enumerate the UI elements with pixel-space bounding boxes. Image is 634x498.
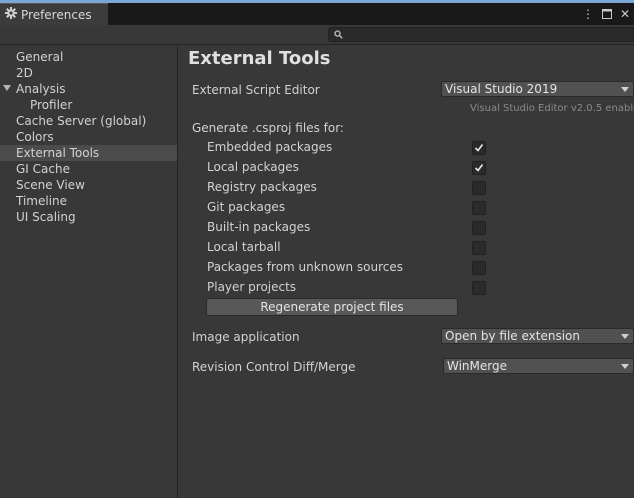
package-label: Packages from unknown sources — [207, 260, 403, 274]
toolbar — [0, 25, 634, 45]
image-application-label: Image application — [192, 330, 300, 344]
registry-packages-checkbox[interactable] — [472, 181, 486, 195]
package-label: Built-in packages — [207, 220, 311, 234]
search-icon — [334, 30, 343, 39]
package-row-embedded: Embedded packages — [207, 139, 486, 155]
sidebar-item-profiler[interactable]: Profiler — [0, 97, 177, 113]
package-row-local: Local packages — [207, 159, 486, 175]
image-application-dropdown[interactable]: Open by file extension — [441, 328, 634, 344]
package-label: Player projects — [207, 280, 297, 294]
package-row-local-tarball: Local tarball — [207, 239, 486, 255]
sidebar-item-2d[interactable]: 2D — [0, 65, 177, 81]
unknown-sources-checkbox[interactable] — [472, 261, 486, 275]
package-row-unknown-sources: Packages from unknown sources — [207, 259, 486, 275]
editor-version-hint: Visual Studio Editor v2.0.5 enabled — [470, 103, 634, 114]
sidebar-item-label: Analysis — [16, 82, 66, 96]
sidebar-item-general[interactable]: General — [0, 49, 177, 65]
dropdown-value: WinMerge — [447, 359, 507, 373]
script-editor-dropdown[interactable]: Visual Studio 2019 — [441, 81, 634, 97]
sidebar-item-scene-view[interactable]: Scene View — [0, 177, 177, 193]
sidebar-item-gi-cache[interactable]: GI Cache — [0, 161, 177, 177]
maximize-icon[interactable] — [601, 5, 612, 24]
package-label: Local packages — [207, 160, 299, 174]
search-input[interactable] — [328, 27, 634, 42]
package-label: Git packages — [207, 200, 286, 214]
player-projects-checkbox[interactable] — [472, 281, 486, 295]
package-row-registry: Registry packages — [207, 179, 486, 195]
revision-control-label: Revision Control Diff/Merge — [192, 360, 356, 374]
sidebar-item-cache-server[interactable]: Cache Server (global) — [0, 113, 177, 129]
git-packages-checkbox[interactable] — [472, 201, 486, 215]
chevron-down-icon — [621, 334, 629, 339]
preferences-tab[interactable]: Preferences — [0, 3, 108, 25]
sidebar-item-colors[interactable]: Colors — [0, 129, 177, 145]
checkmark-icon — [474, 164, 484, 172]
dropdown-value: Visual Studio 2019 — [445, 82, 558, 96]
close-icon[interactable]: ✕ — [620, 5, 630, 24]
dropdown-value: Open by file extension — [445, 329, 580, 343]
package-row-git: Git packages — [207, 199, 486, 215]
sidebar-item-external-tools[interactable]: External Tools — [0, 145, 177, 161]
regenerate-project-files-button[interactable]: Regenerate project files — [206, 298, 458, 316]
page-title: External Tools — [188, 48, 331, 69]
gear-icon — [5, 7, 17, 22]
more-options-icon[interactable]: ⋮ — [582, 5, 594, 24]
package-row-player-projects: Player projects — [207, 279, 486, 295]
revision-control-dropdown[interactable]: WinMerge — [443, 358, 634, 374]
package-row-built-in: Built-in packages — [207, 219, 486, 235]
sidebar-item-analysis[interactable]: Analysis — [0, 81, 177, 97]
built-in-packages-checkbox[interactable] — [472, 221, 486, 235]
chevron-down-icon — [621, 87, 629, 92]
local-packages-checkbox[interactable] — [472, 161, 486, 175]
chevron-down-icon — [621, 364, 629, 369]
package-label: Embedded packages — [207, 140, 333, 154]
foldout-arrow-icon[interactable] — [3, 85, 11, 91]
embedded-packages-checkbox[interactable] — [472, 141, 486, 155]
package-label: Local tarball — [207, 240, 281, 254]
main-panel: External Tools External Script Editor Vi… — [179, 45, 634, 498]
sidebar-item-timeline[interactable]: Timeline — [0, 193, 177, 209]
checkmark-icon — [474, 144, 484, 152]
local-tarball-checkbox[interactable] — [472, 241, 486, 255]
generate-csproj-label: Generate .csproj files for: — [192, 121, 344, 135]
script-editor-label: External Script Editor — [192, 83, 320, 97]
tab-title: Preferences — [21, 7, 92, 22]
sidebar: General 2D Analysis Profiler Cache Serve… — [0, 45, 178, 498]
package-label: Registry packages — [207, 180, 317, 194]
title-bar: Preferences ⋮ ✕ — [0, 3, 634, 25]
sidebar-item-ui-scaling[interactable]: UI Scaling — [0, 209, 177, 225]
